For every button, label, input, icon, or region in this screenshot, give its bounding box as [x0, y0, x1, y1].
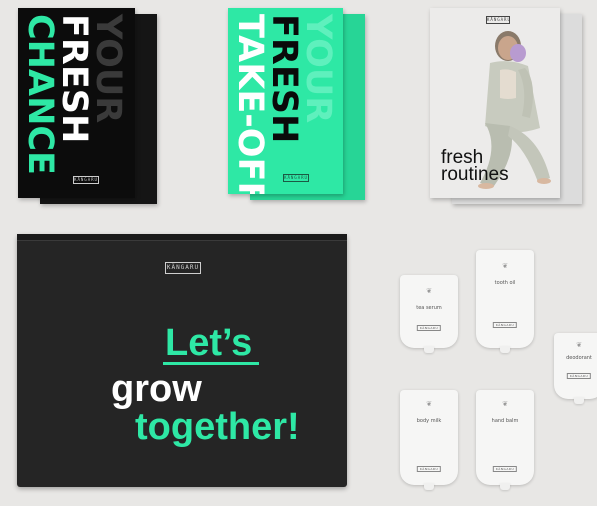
zipper-bag: KÄNGARU Let’s grow together! — [17, 234, 347, 487]
pouch-spout — [500, 346, 510, 353]
pouch-tea-serum-label: tea serum — [416, 305, 442, 311]
booklet-chance: YOUR FRESH CHANCE KÄNGARU — [18, 8, 135, 198]
pouch-body-milk-label: body milk — [416, 418, 442, 424]
bag-brand: KÄNGARU — [165, 262, 201, 274]
booklet-chance-line3: CHANCE — [20, 14, 60, 175]
pouch-spout — [574, 397, 584, 404]
booklet-takeoff: YOUR FRESH TAKE-OFF KÄNGARU — [228, 8, 343, 194]
booklet-chance-line1: YOUR — [88, 14, 128, 124]
pouch-tea-serum: ❦ tea serum KÄNGARU — [400, 275, 458, 353]
booklet-routines: KÄNGARU fresh routines — [430, 8, 560, 198]
booklet-takeoff-line3: TAKE-OFF — [230, 14, 270, 194]
booklet-chance-line2: FRESH — [54, 14, 94, 144]
booklet-routines-brand: KÄNGARU — [486, 16, 511, 24]
pouch-spout — [424, 346, 434, 353]
leaf-icon: ❦ — [502, 400, 508, 408]
leaf-icon: ❦ — [426, 400, 432, 408]
pouch-tea-serum-brand: KÄNGARU — [416, 325, 442, 331]
pouch-tooth-oil-label: tooth oil — [494, 280, 516, 286]
bag-line1-underline — [163, 362, 259, 365]
pouch-body-milk-brand: KÄNGARU — [416, 466, 442, 472]
pouch-deodorant-label: deodorant — [566, 355, 592, 361]
bag-zipper — [17, 234, 347, 241]
pouch-spout — [500, 483, 510, 490]
pouch-hand-balm-brand: KÄNGARU — [492, 466, 518, 472]
pouch-deodorant-brand: KÄNGARU — [566, 373, 592, 379]
booklet-takeoff-line1: YOUR — [298, 14, 338, 124]
pouch-hand-balm: ❦ hand balm KÄNGARU — [476, 390, 534, 490]
bag-line1: Let’s — [165, 322, 253, 364]
pouch-tooth-oil: ❦ tooth oil KÄNGARU — [476, 250, 534, 353]
booklet-chance-brand: KÄNGARU — [73, 176, 99, 184]
leaf-icon: ❦ — [576, 341, 582, 349]
bag-line3: together! — [135, 406, 300, 448]
leaf-icon: ❦ — [426, 287, 432, 295]
booklet-takeoff-brand: KÄNGARU — [283, 174, 309, 182]
pouch-body-milk: ❦ body milk KÄNGARU — [400, 390, 458, 490]
pouch-deodorant: ❦ deodorant KÄNGARU — [554, 333, 597, 404]
pouch-spout — [424, 483, 434, 490]
pouch-hand-balm-label: hand balm — [491, 418, 519, 424]
bag-line2: grow — [111, 368, 202, 410]
pouch-tooth-oil-brand: KÄNGARU — [492, 322, 518, 328]
leaf-icon: ❦ — [502, 262, 508, 270]
booklet-takeoff-line2: FRESH — [264, 14, 304, 144]
booklet-routines-line2: routines — [441, 164, 509, 185]
